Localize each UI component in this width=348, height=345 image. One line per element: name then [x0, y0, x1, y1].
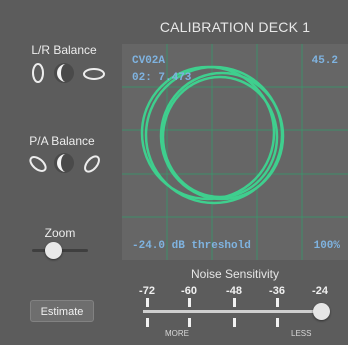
- noise-tick-label: -36: [269, 285, 285, 297]
- scope-top-value: 45.2: [311, 55, 338, 67]
- estimate-button[interactable]: Estimate: [30, 300, 94, 322]
- scope-percent-label: 100%: [313, 240, 340, 252]
- scope-sub-label: 02: 7.473: [132, 72, 192, 84]
- pa-right-icon: [84, 155, 100, 173]
- lr-balance-label: L/R Balance: [31, 43, 97, 57]
- calibration-panel: CALIBRATION DECK 1 L/R Balance P/A Balan…: [0, 0, 348, 345]
- noise-tick-label: -48: [226, 285, 242, 297]
- noise-tick: [276, 318, 279, 327]
- noise-tick: [276, 298, 279, 307]
- noise-tick: [146, 298, 149, 307]
- pa-left-icon: [29, 156, 47, 172]
- scope-channel-label: CV02A: [132, 55, 166, 67]
- pa-balance-label: P/A Balance: [29, 134, 95, 148]
- lr-center-icon: [54, 63, 74, 83]
- scope-display: CV02A 45.2 02: 7.473 -24.0 dB threshold …: [122, 44, 348, 260]
- zoom-label: Zoom: [44, 226, 76, 240]
- noise-tick: [188, 318, 191, 327]
- noise-slider-track[interactable]: [143, 310, 329, 313]
- noise-slider-thumb[interactable]: [313, 303, 330, 320]
- noise-more-label: MORE: [165, 329, 189, 338]
- lr-left-icon: [32, 63, 44, 83]
- noise-tick-label: -60: [181, 285, 197, 297]
- pa-balance-control[interactable]: [26, 149, 110, 179]
- pa-center-icon: [54, 153, 74, 173]
- noise-tick: [233, 318, 236, 327]
- panel-title: CALIBRATION DECK 1: [159, 19, 311, 35]
- noise-tick: [146, 318, 149, 327]
- scope-threshold-label: -24.0 dB threshold: [132, 240, 251, 252]
- noise-tick: [233, 298, 236, 307]
- noise-tick-label: -72: [139, 285, 155, 297]
- zoom-slider-thumb[interactable]: [45, 242, 62, 259]
- noise-sensitivity-label: Noise Sensitivity: [190, 267, 280, 281]
- lr-right-icon: [83, 68, 105, 80]
- noise-less-label: LESS: [291, 329, 312, 338]
- noise-tick: [188, 298, 191, 307]
- lr-balance-control[interactable]: [26, 58, 110, 88]
- noise-tick-label: -24: [312, 285, 328, 297]
